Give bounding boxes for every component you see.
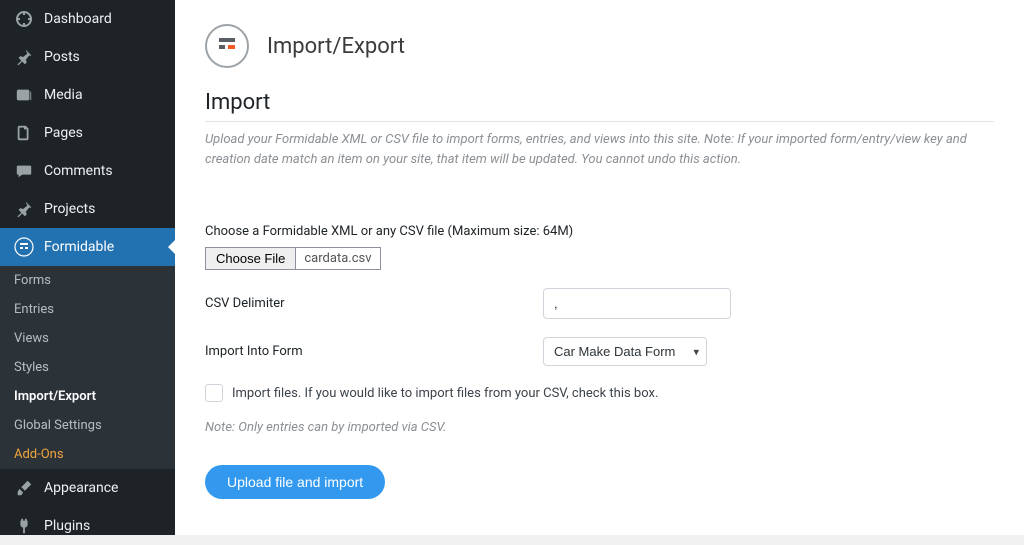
formidable-submenu: Forms Entries Views Styles Import/Export… bbox=[0, 266, 175, 469]
sidebar-item-label: Appearance bbox=[44, 480, 118, 496]
file-row: Choose a Formidable XML or any CSV file … bbox=[205, 224, 994, 270]
sidebar-item-pages[interactable]: Pages bbox=[0, 114, 175, 152]
csv-delimiter-label: CSV Delimiter bbox=[205, 296, 543, 311]
media-icon bbox=[14, 85, 34, 105]
submenu-import-export[interactable]: Import/Export bbox=[0, 382, 175, 411]
sidebar-item-label: Media bbox=[44, 87, 83, 103]
plug-icon bbox=[14, 516, 34, 536]
file-input-control: Choose File cardata.csv bbox=[205, 247, 994, 270]
admin-sidebar: Dashboard Posts Media Pages Comments Pro… bbox=[0, 0, 175, 535]
choose-file-button[interactable]: Choose File bbox=[205, 247, 296, 270]
submenu-add-ons[interactable]: Add-Ons bbox=[0, 440, 175, 469]
content-area: Import Upload your Formidable XML or CSV… bbox=[175, 90, 1024, 519]
import-into-row: Import Into Form Car Make Data Form bbox=[205, 337, 994, 366]
sidebar-item-appearance[interactable]: Appearance bbox=[0, 469, 175, 507]
formidable-logo bbox=[205, 24, 249, 68]
import-files-label: Import files. If you would like to impor… bbox=[232, 386, 658, 401]
sidebar-item-projects[interactable]: Projects bbox=[0, 190, 175, 228]
comment-icon bbox=[14, 161, 34, 181]
dashboard-icon bbox=[14, 9, 34, 29]
page-header: Import/Export bbox=[175, 0, 1024, 90]
submenu-forms[interactable]: Forms bbox=[0, 266, 175, 295]
upload-import-button[interactable]: Upload file and import bbox=[205, 465, 385, 499]
sidebar-item-formidable[interactable]: Formidable bbox=[0, 228, 175, 266]
import-files-checkbox[interactable] bbox=[205, 384, 223, 402]
sidebar-item-label: Posts bbox=[44, 49, 80, 65]
sidebar-item-dashboard[interactable]: Dashboard bbox=[0, 0, 175, 38]
import-heading: Import bbox=[205, 90, 994, 115]
csv-note: Note: Only entries can by imported via C… bbox=[205, 420, 994, 435]
submenu-views[interactable]: Views bbox=[0, 324, 175, 353]
chosen-file-name: cardata.csv bbox=[296, 247, 380, 270]
submenu-entries[interactable]: Entries bbox=[0, 295, 175, 324]
sidebar-item-label: Projects bbox=[44, 201, 95, 217]
sidebar-item-label: Dashboard bbox=[44, 11, 112, 27]
sidebar-item-plugins[interactable]: Plugins bbox=[0, 507, 175, 545]
pages-icon bbox=[14, 123, 34, 143]
sidebar-item-label: Formidable bbox=[44, 239, 114, 255]
import-into-label: Import Into Form bbox=[205, 344, 543, 359]
sidebar-item-posts[interactable]: Posts bbox=[0, 38, 175, 76]
submenu-styles[interactable]: Styles bbox=[0, 353, 175, 382]
sidebar-item-label: Pages bbox=[44, 125, 83, 141]
csv-delimiter-input[interactable] bbox=[543, 288, 731, 319]
import-into-select[interactable]: Car Make Data Form bbox=[543, 337, 707, 366]
sidebar-item-media[interactable]: Media bbox=[0, 76, 175, 114]
import-files-row: Import files. If you would like to impor… bbox=[205, 384, 994, 402]
csv-delimiter-row: CSV Delimiter bbox=[205, 288, 994, 319]
choose-file-label: Choose a Formidable XML or any CSV file … bbox=[205, 224, 994, 239]
brush-icon bbox=[14, 478, 34, 498]
sidebar-item-label: Comments bbox=[44, 163, 113, 179]
pin-icon bbox=[14, 47, 34, 67]
pin-icon bbox=[14, 199, 34, 219]
import-description: Upload your Formidable XML or CSV file t… bbox=[205, 121, 994, 169]
page-title: Import/Export bbox=[267, 34, 405, 59]
formidable-icon bbox=[14, 237, 34, 257]
sidebar-item-label: Plugins bbox=[44, 518, 90, 534]
submenu-global-settings[interactable]: Global Settings bbox=[0, 411, 175, 440]
sidebar-item-comments[interactable]: Comments bbox=[0, 152, 175, 190]
main-content: Import/Export Import Upload your Formida… bbox=[175, 0, 1024, 535]
